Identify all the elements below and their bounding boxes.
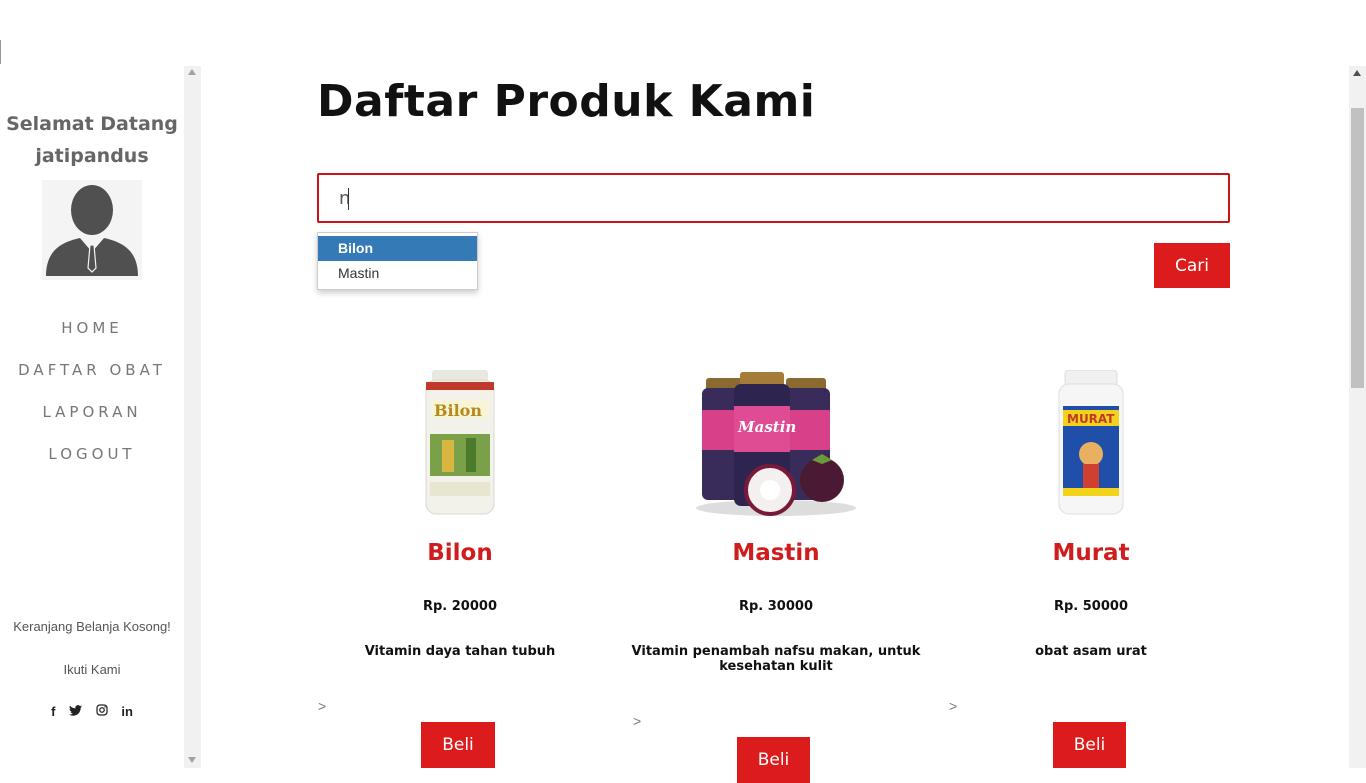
twitter-icon[interactable]	[69, 704, 83, 719]
sidebar-nav: HOME DAFTAR OBAT LAPORAN LOGOUT	[0, 316, 184, 484]
buy-button-mastin[interactable]: Beli	[737, 737, 810, 783]
autocomplete-dropdown: Bilon Mastin	[317, 232, 478, 290]
svg-text:Bilon: Bilon	[434, 401, 482, 420]
chevron-right-icon: >	[949, 698, 958, 714]
text-caret	[348, 188, 349, 210]
search-button[interactable]: Cari	[1154, 243, 1230, 288]
svg-text:Mastin: Mastin	[737, 418, 796, 436]
user-silhouette-icon	[46, 185, 138, 276]
buy-button-bilon[interactable]: Beli	[421, 722, 495, 768]
product-price: Rp. 30000	[738, 599, 813, 614]
nav-laporan[interactable]: LAPORAN	[0, 400, 184, 442]
welcome-line-1: Selamat Datang	[6, 113, 178, 135]
social-links: f in	[0, 704, 184, 719]
product-image-mastin[interactable]: Mastin	[696, 370, 868, 520]
product-name[interactable]: Murat	[941, 540, 1241, 566]
product-description: Vitamin daya tahan tubuh	[364, 644, 556, 659]
follow-label: Ikuti Kami	[63, 662, 121, 677]
chevron-right-icon: >	[633, 713, 642, 729]
product-price: Rp. 50000	[1053, 599, 1128, 614]
svg-text:MURAT: MURAT	[1067, 412, 1115, 426]
scrollbar-thumb[interactable]	[1351, 108, 1364, 388]
product-image-murat[interactable]: MURAT	[1055, 370, 1127, 516]
product-description: Vitamin penambah nafsu makan, untuk kese…	[631, 644, 921, 674]
nav-daftar-obat[interactable]: DAFTAR OBAT	[0, 358, 184, 400]
autocomplete-item-mastin[interactable]: Mastin	[318, 261, 477, 286]
instagram-icon[interactable]	[96, 704, 108, 719]
cart-status[interactable]: Keranjang Belanja Kosong!	[0, 619, 184, 634]
avatar	[42, 180, 142, 280]
nav-logout[interactable]: LOGOUT	[0, 442, 184, 484]
product-name[interactable]: Bilon	[310, 540, 610, 566]
product-price: Rp. 20000	[422, 599, 497, 614]
buy-button-murat[interactable]: Beli	[1053, 722, 1126, 768]
product-description: obat asam urat	[1035, 644, 1147, 659]
page-title: Daftar Produk Kami	[317, 76, 816, 127]
chevron-right-icon: >	[318, 698, 327, 714]
main-scrollbar[interactable]	[1349, 66, 1366, 768]
product-name[interactable]: Mastin	[626, 540, 926, 566]
sidebar-scrollbar[interactable]	[184, 66, 201, 768]
welcome-message: Selamat Datang jatipandus	[0, 108, 184, 172]
username: jatipandus	[35, 145, 149, 167]
scroll-down-arrow-icon[interactable]	[188, 757, 196, 763]
nav-home[interactable]: HOME	[0, 316, 184, 358]
autocomplete-item-bilon[interactable]: Bilon	[318, 236, 477, 261]
search-input[interactable]	[317, 173, 1230, 223]
facebook-icon[interactable]: f	[51, 704, 55, 719]
top-bar	[0, 0, 1366, 66]
scroll-up-arrow-icon[interactable]	[1353, 70, 1361, 76]
product-image-bilon[interactable]: Bilon	[422, 370, 498, 516]
edge-marker	[0, 40, 1, 64]
scroll-up-arrow-icon[interactable]	[188, 69, 196, 75]
linkedin-icon[interactable]: in	[121, 704, 133, 719]
